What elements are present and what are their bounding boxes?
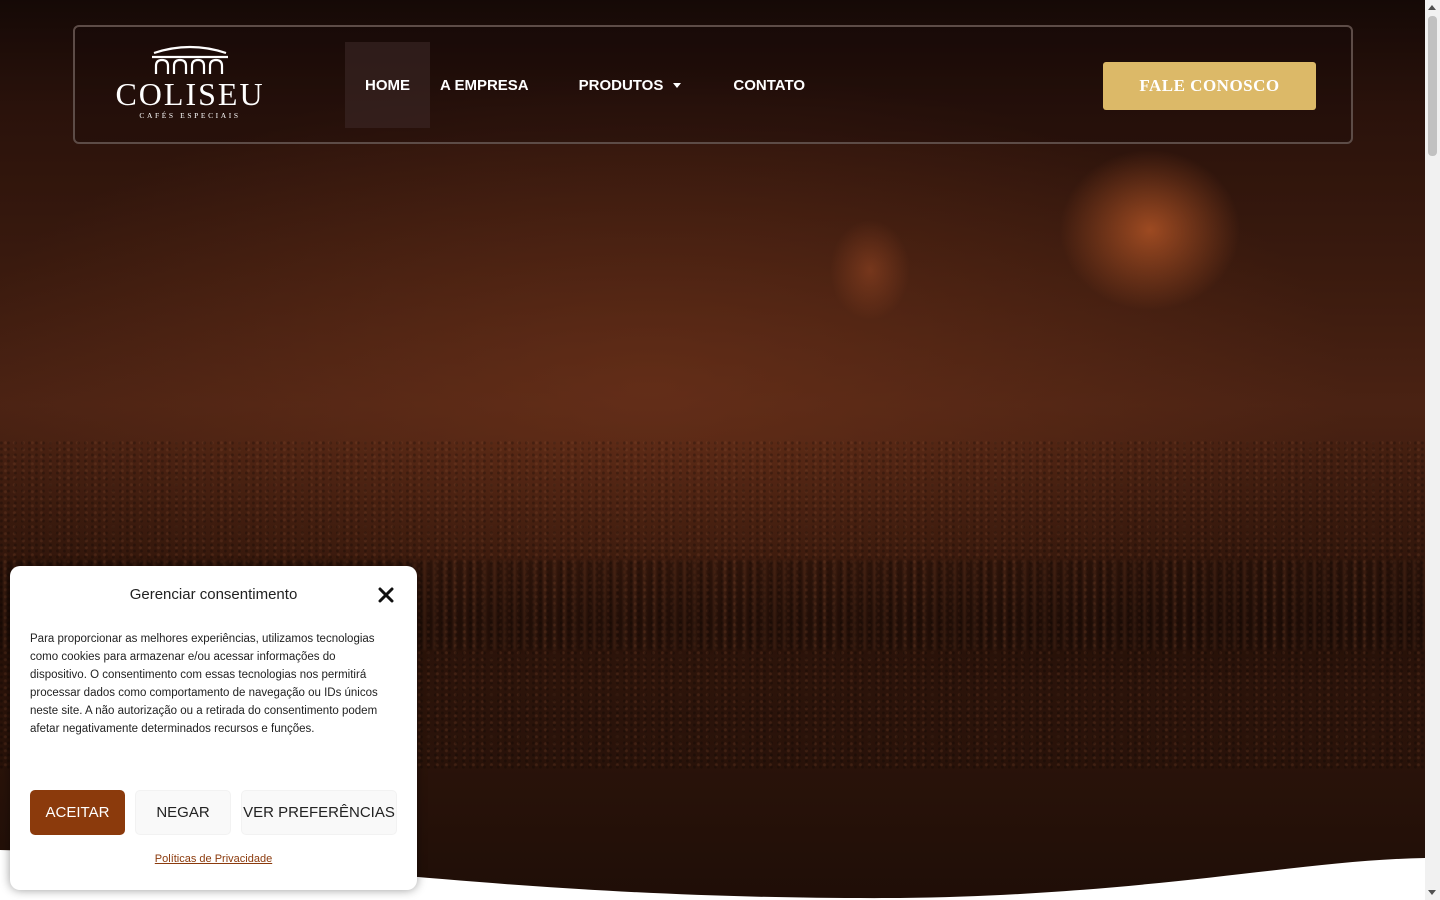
consent-dialog: Gerenciar consentimento Para proporciona… — [10, 566, 417, 890]
nav-item-contato[interactable]: CONTATO — [713, 42, 825, 128]
chevron-down-icon — [673, 82, 682, 88]
main-nav: HOME A EMPRESA PRODUTOS CONTATO — [345, 42, 825, 128]
nav-item-produtos[interactable]: PRODUTOS — [559, 42, 702, 128]
view-preferences-button[interactable]: VER PREFERÊNCIAS — [241, 790, 397, 835]
page-scrollbar[interactable] — [1425, 0, 1440, 900]
colosseum-logo-icon — [152, 45, 228, 74]
brand-logo[interactable]: COLISEU CAFÉS ESPECIAIS — [110, 44, 270, 130]
fale-conosco-button[interactable]: FALE CONOSCO — [1103, 62, 1316, 110]
nav-item-label: CONTATO — [733, 76, 806, 94]
nav-item-a-empresa[interactable]: A EMPRESA — [430, 42, 549, 128]
site-header: COLISEU CAFÉS ESPECIAIS HOME A EMPRESA P… — [73, 25, 1353, 144]
nav-item-home[interactable]: HOME — [345, 42, 430, 128]
scroll-up-arrow-icon[interactable] — [1428, 5, 1436, 10]
consent-title: Gerenciar consentimento — [129, 586, 298, 603]
nav-item-label: PRODUTOS — [578, 76, 664, 94]
close-icon[interactable] — [376, 585, 396, 605]
brand-name: COLISEU — [115, 76, 265, 112]
nav-item-label: HOME — [365, 76, 410, 94]
brand-tagline: CAFÉS ESPECIAIS — [139, 111, 241, 120]
deny-button[interactable]: NEGAR — [135, 790, 231, 835]
scroll-down-arrow-icon[interactable] — [1428, 890, 1436, 895]
consent-message: Para proporcionar as melhores experiênci… — [30, 633, 378, 735]
scrollbar-thumb[interactable] — [1428, 16, 1437, 156]
accept-button[interactable]: ACEITAR — [30, 790, 125, 835]
privacy-policy-link[interactable]: Políticas de Privacidade — [10, 853, 417, 865]
nav-item-label: A EMPRESA — [440, 76, 529, 94]
